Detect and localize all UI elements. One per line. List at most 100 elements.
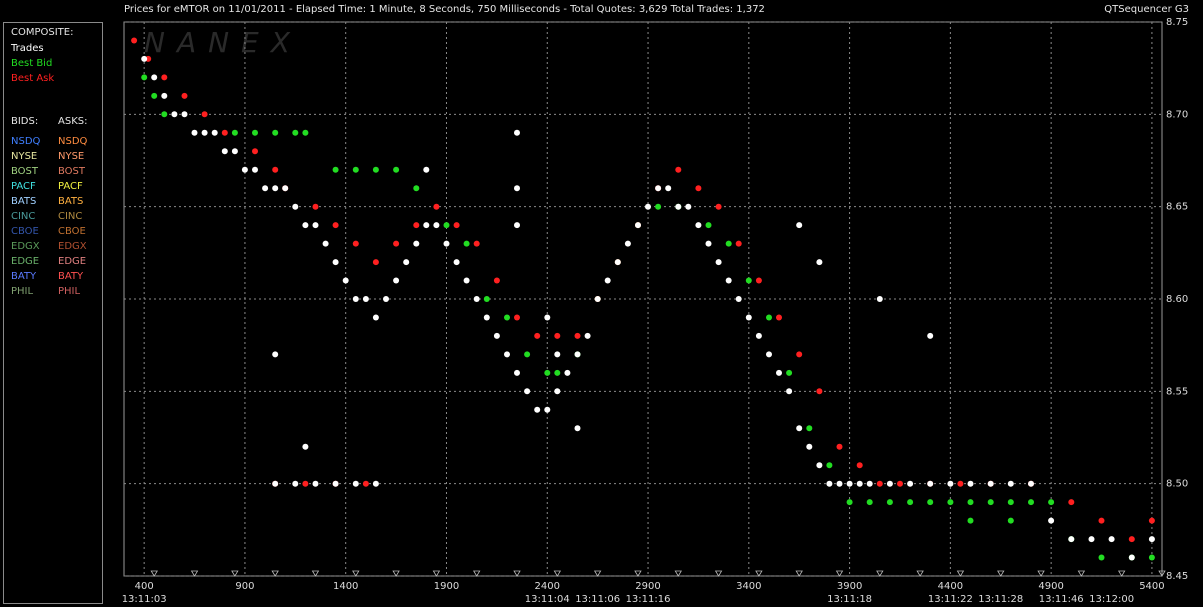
trades-point (352, 480, 359, 487)
time-label: 13:11:04 (525, 594, 570, 605)
trades-point (141, 55, 148, 62)
trades-point (302, 222, 309, 229)
best-ask-point (181, 92, 188, 99)
trades-point (786, 388, 793, 395)
best-ask-point (493, 277, 500, 284)
best-bid-point (231, 129, 238, 136)
best-ask-point (897, 480, 903, 487)
y-tick-label: 8.45 (1166, 571, 1188, 582)
trades-point (312, 480, 319, 487)
best-ask-point (735, 240, 742, 247)
best-ask-point (695, 185, 702, 192)
best-bid-point (443, 222, 450, 229)
trades-point (776, 369, 782, 376)
trades-point (453, 259, 460, 266)
trades-point (473, 296, 480, 302)
trades-point (745, 314, 752, 321)
trades-point (302, 443, 309, 450)
best-ask-point (876, 480, 883, 487)
trades-point (534, 406, 541, 413)
x-tick-label: 400 (135, 581, 154, 592)
best-bid-point (766, 314, 772, 321)
trades-point (292, 480, 299, 487)
trades-point (816, 462, 823, 469)
best-bid-point (886, 499, 893, 506)
y-tick-label: 8.70 (1166, 109, 1188, 120)
best-bid-point (745, 277, 752, 284)
trades-point (272, 480, 279, 487)
x-tick-label: 900 (235, 581, 254, 592)
trades-point (846, 480, 853, 487)
trades-point (443, 240, 450, 247)
trades-point (856, 480, 863, 487)
best-ask-point (372, 259, 379, 266)
y-tick-label: 8.75 (1166, 17, 1188, 28)
trades-point (252, 166, 258, 173)
trades-point (312, 222, 319, 229)
trades-point (544, 314, 551, 321)
x-tick-label: 1400 (333, 581, 358, 592)
time-label: 13:11:16 (626, 594, 671, 605)
trades-point (604, 277, 611, 284)
trades-point (907, 480, 914, 487)
trades-point (463, 277, 470, 284)
time-label: 13:11:06 (575, 594, 620, 605)
trades-point (735, 296, 742, 302)
best-ask-point (796, 351, 803, 358)
best-bid-point (141, 74, 148, 81)
trades-point (725, 277, 732, 284)
x-tick-label: 2400 (535, 581, 560, 592)
best-ask-point (856, 462, 863, 469)
best-ask-point (201, 111, 208, 118)
price-chart: NANEX 8.75 8.70 8.65 8.60 8.55 8.50 8.45 400 900 1… (0, 0, 1188, 605)
best-bid-point (151, 92, 158, 99)
best-bid-point (967, 499, 974, 506)
best-bid-point (947, 499, 954, 506)
best-ask-point (161, 74, 168, 81)
best-ask-point (332, 222, 339, 229)
trades-point (836, 480, 843, 487)
trades-point (493, 332, 500, 339)
trades-point (705, 240, 712, 247)
trades-point (967, 480, 974, 487)
trades-point (181, 111, 188, 118)
trades-point (161, 92, 168, 99)
trades-point (514, 185, 520, 192)
trades-point (241, 166, 248, 173)
trades-point (413, 240, 420, 247)
best-ask-point (574, 332, 581, 339)
trades-point (282, 185, 289, 192)
best-bid-point (272, 129, 279, 136)
best-ask-point (514, 314, 520, 321)
trades-point (695, 222, 702, 229)
trades-point (211, 129, 218, 136)
x-tick-label: 4400 (938, 581, 963, 592)
x-tick-label: 2900 (635, 581, 660, 592)
best-bid-point (302, 129, 309, 136)
trades-point (393, 277, 400, 284)
trades-point (1028, 480, 1034, 487)
best-ask-point (534, 332, 541, 339)
best-ask-point (433, 203, 440, 210)
best-ask-point (302, 480, 309, 487)
best-bid-point (866, 499, 873, 506)
trades-point (1148, 536, 1155, 543)
best-bid-point (907, 499, 914, 506)
trades-point (755, 332, 762, 339)
trades-point (272, 351, 279, 358)
best-bid-point (524, 351, 531, 358)
trades-point (876, 296, 883, 302)
best-bid-point (705, 222, 712, 229)
trades-point (342, 277, 349, 284)
trades-point (504, 351, 510, 358)
best-ask-point (816, 388, 823, 395)
trades-point (574, 351, 581, 358)
trades-point (423, 166, 430, 173)
trades-point (372, 480, 379, 487)
trades-point (564, 369, 571, 376)
trades-point (826, 480, 833, 487)
time-label: 13:11:28 (978, 594, 1023, 605)
trades-point (221, 148, 228, 155)
best-ask-point (1098, 517, 1105, 524)
best-ask-point (362, 480, 369, 487)
